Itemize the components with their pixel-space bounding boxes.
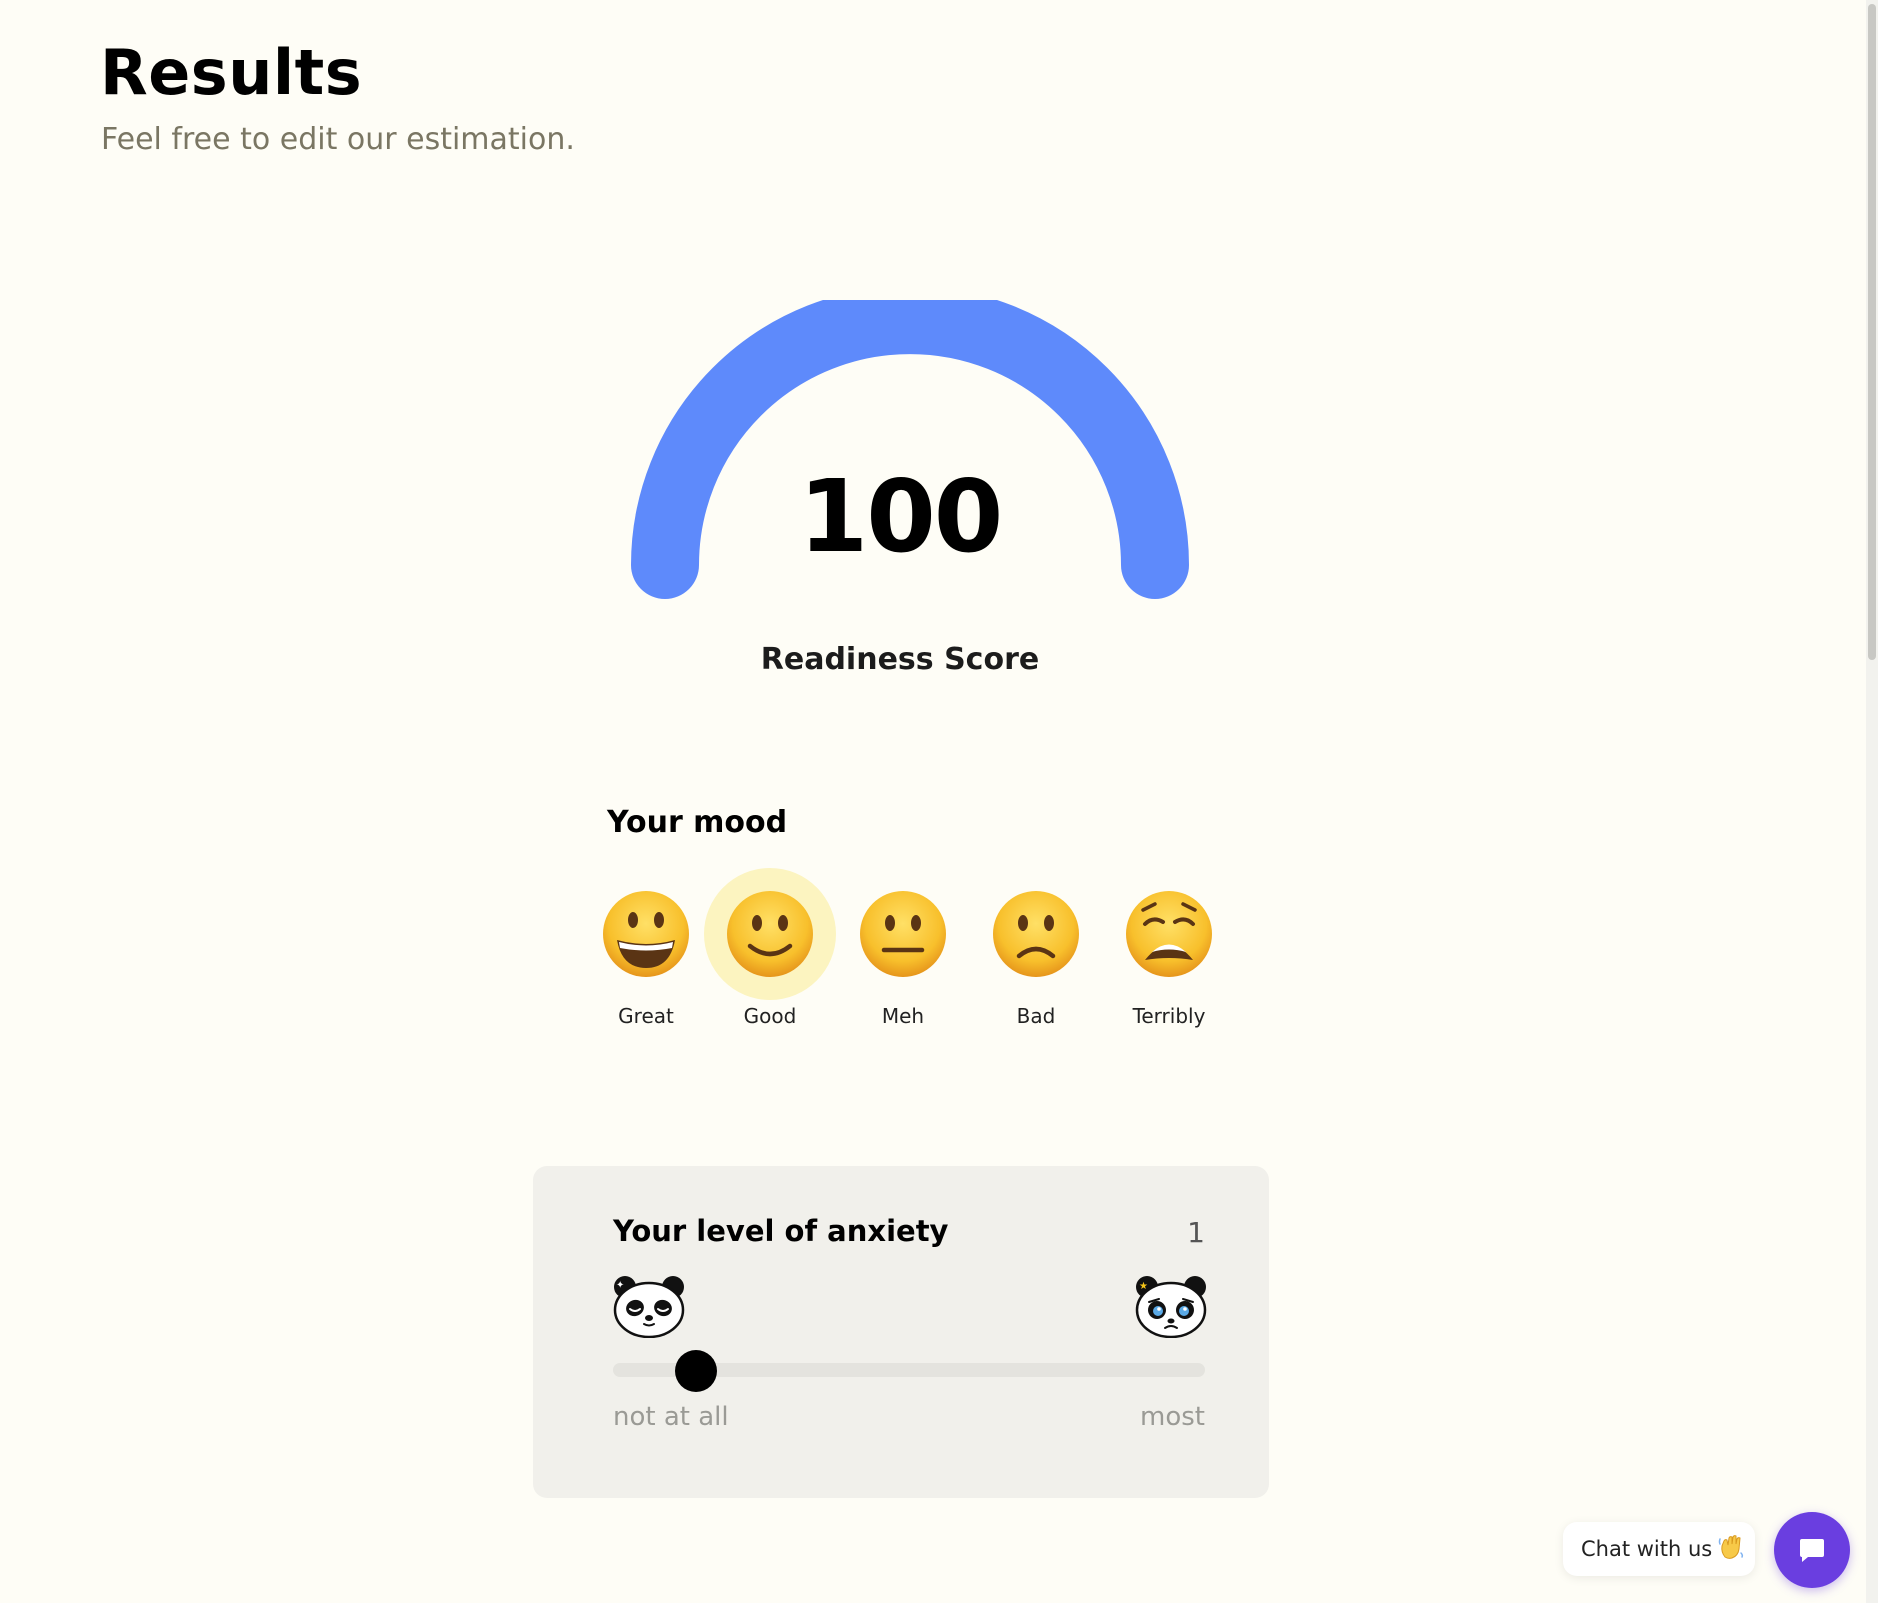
anxiety-max-label: most (1140, 1402, 1205, 1432)
svg-text:★: ★ (1139, 1281, 1148, 1292)
anxiety-title: Your level of anxiety (613, 1214, 949, 1248)
anxiety-value: 1 (1187, 1216, 1205, 1249)
anxiety-card: Your level of anxiety 1 ✦ ★ not at all m… (533, 1166, 1269, 1498)
chat-bubble-icon (1800, 1539, 1824, 1562)
scrollbar-thumb[interactable] (1868, 4, 1876, 660)
weary-face-icon (1126, 891, 1212, 977)
chat-label: Chat with us (1581, 1537, 1713, 1561)
anxiety-min-label: not at all (613, 1402, 729, 1432)
page-scrollbar[interactable] (1866, 0, 1878, 1603)
slightly-smiling-face-icon (727, 891, 813, 977)
mood-option-terribly[interactable]: Terribly (1103, 868, 1235, 1038)
mood-title: Your mood (607, 805, 788, 840)
crying-panda-icon: ★ (1135, 1276, 1207, 1338)
grinning-face-icon (603, 891, 689, 977)
page-subtitle: Feel free to edit our estimation. (101, 122, 575, 157)
svg-text:✦: ✦ (616, 1280, 624, 1291)
anxiety-slider-thumb[interactable] (674, 1350, 717, 1392)
waving-hand-icon (1718, 1534, 1744, 1565)
mood-label: Terribly (1132, 1004, 1206, 1028)
chat-with-us-button[interactable]: Chat with us (1563, 1522, 1755, 1576)
calm-panda-icon: ✦ (613, 1276, 685, 1338)
neutral-face-icon (860, 891, 946, 977)
mood-selector: Great Good Meh Bad Terribly (580, 868, 1220, 1038)
page-title: Results (100, 36, 363, 109)
chat-launcher-button[interactable] (1774, 1512, 1850, 1588)
readiness-score-value: 100 (798, 458, 1004, 575)
slightly-frowning-face-icon (993, 891, 1079, 977)
readiness-score-label: Readiness Score (760, 642, 1040, 677)
